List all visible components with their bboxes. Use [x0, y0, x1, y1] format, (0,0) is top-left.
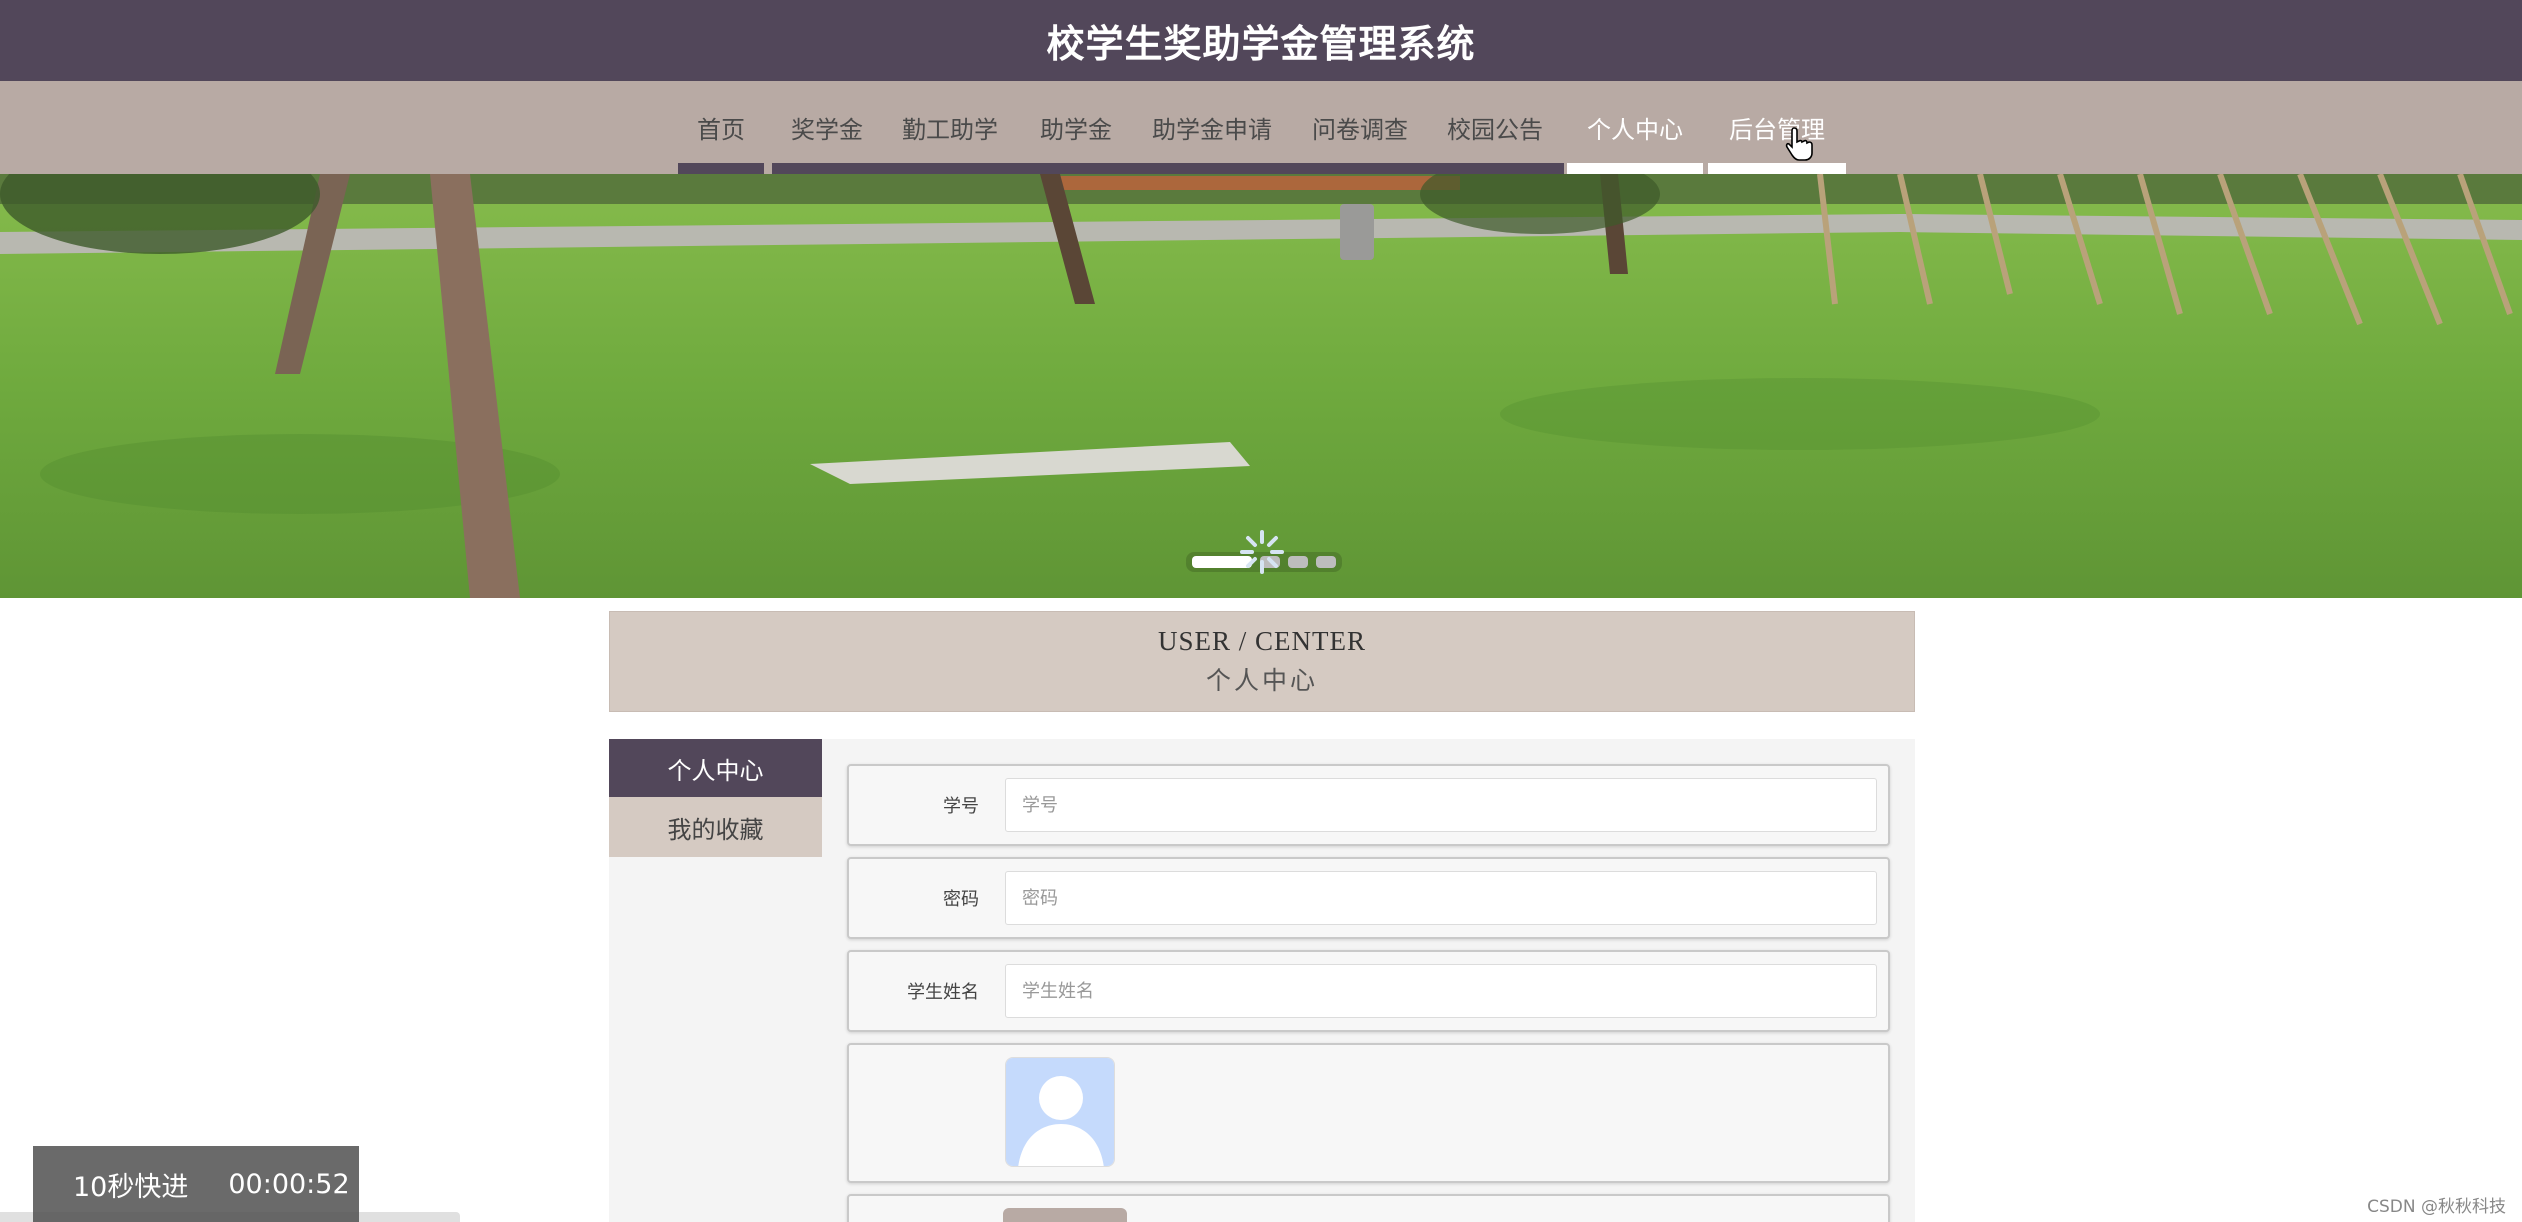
section-title-en: USER / CENTER [1157, 626, 1366, 656]
carousel-dot-3[interactable] [1288, 556, 1308, 568]
nav-item-survey[interactable]: 问卷调查 [1302, 81, 1418, 174]
watermark-text: CSDN @秋秋科技 [2367, 1197, 2506, 1217]
avatar-placeholder-icon [1006, 1058, 1114, 1166]
side-menu-item-user-center[interactable]: 个人中心 [609, 739, 822, 797]
video-timestamp: 00:00:52 [228, 1168, 350, 1200]
form-row-student-name: 学生姓名 [847, 950, 1890, 1032]
student-name-input[interactable] [1005, 964, 1877, 1018]
nav-item-work-study[interactable]: 勤工助学 [893, 81, 1007, 174]
video-overlay: 10秒快进 00:00:52 [33, 1146, 359, 1222]
student-id-input[interactable] [1005, 778, 1877, 832]
site-title: 校学生奖助学金管理系统 [1046, 22, 1476, 66]
form-row-student-id: 学号 [847, 764, 1890, 846]
nav-item-admin[interactable]: 后台管理 [1708, 81, 1846, 174]
nav-item-home[interactable]: 首页 [678, 81, 764, 174]
nav-item-announcements[interactable]: 校园公告 [1438, 81, 1552, 174]
nav-item-user-center[interactable]: 个人中心 [1567, 81, 1703, 174]
site-header: 校学生奖助学金管理系统 [0, 0, 2522, 81]
carousel-dot-4[interactable] [1316, 556, 1336, 568]
hand-cursor-icon [1785, 127, 1813, 161]
password-input[interactable] [1005, 871, 1877, 925]
section-heading: USER / CENTER 个人中心 [609, 611, 1915, 712]
nav-item-scholarship[interactable]: 奖学金 [779, 81, 875, 174]
main-nav: 首页 奖学金 勤工助学 助学金 助学金申请 问卷调查 校园公告 个人中心 后台管… [0, 81, 2522, 174]
student-id-label: 学号 [943, 796, 979, 817]
nav-item-grant-apply[interactable]: 助学金申请 [1142, 81, 1282, 174]
skip-forward-button[interactable]: 10秒快进 [73, 1165, 188, 1204]
upload-button[interactable] [1003, 1208, 1127, 1222]
form-row-avatar [847, 1043, 1890, 1183]
page: 校学生奖助学金管理系统 首页 奖学金 勤工助学 助学金 助学金申请 问卷调查 校… [0, 0, 2522, 1222]
side-menu: 个人中心 我的收藏 [609, 739, 822, 857]
loading-spinner-icon [1240, 530, 1284, 574]
avatar-upload[interactable] [1005, 1057, 1115, 1167]
section-title-cn: 个人中心 [1205, 668, 1318, 695]
side-menu-item-favorites[interactable]: 我的收藏 [609, 797, 822, 857]
form-row-password: 密码 [847, 857, 1890, 939]
student-name-label: 学生姓名 [907, 982, 979, 1003]
nav-item-grant[interactable]: 助学金 [1030, 81, 1122, 174]
password-label: 密码 [943, 889, 979, 910]
